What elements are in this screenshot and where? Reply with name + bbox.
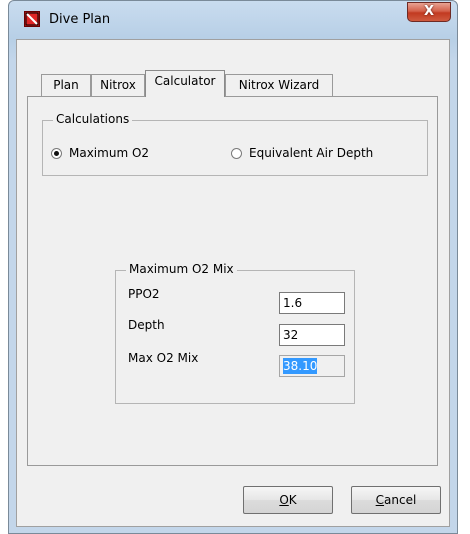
calculations-legend: Calculations [53,112,133,126]
cancel-accelerator: C [375,493,385,507]
maximum-o2-mix-legend: Maximum O2 Mix [126,262,237,276]
radio-unchecked-indicator[interactable] [231,147,242,159]
window-title: Dive Plan [49,12,111,27]
ok-button[interactable]: OK [243,486,333,514]
max-o2-mix-label: Max O2 Mix [128,351,199,365]
max-o2-mix-output[interactable]: 38.10 [279,355,345,377]
radio-maximum-o2[interactable]: Maximum O2 [51,146,149,160]
radio-maximum-o2-label[interactable]: Maximum O2 [69,146,149,160]
dive-plan-window: Dive Plan X Plan Nitrox Calculator Nitro… [8,0,458,534]
radio-checked-indicator[interactable] [51,147,62,159]
maximum-o2-mix-group: Maximum O2 Mix PPO2 1.6 Depth 32 Max O2 … [115,262,355,404]
tab-nitrox[interactable]: Nitrox [91,74,145,96]
radio-equivalent-air-depth-label[interactable]: Equivalent Air Depth [249,146,373,160]
cancel-label: ancel [384,493,417,507]
tab-calculator[interactable]: Calculator [145,70,225,97]
title-bar[interactable]: Dive Plan X [9,1,457,39]
tab-nitrox-wizard[interactable]: Nitrox Wizard [225,74,333,96]
radio-equivalent-air-depth[interactable]: Equivalent Air Depth [231,146,373,160]
depth-input[interactable]: 32 [279,324,345,346]
tab-plan[interactable]: Plan [41,74,91,96]
ok-accelerator: O [279,493,289,507]
cancel-button[interactable]: Cancel [351,486,441,514]
ppo2-label: PPO2 [128,287,160,301]
calculator-tab-panel: Calculations Maximum O2 Equivalent Air D… [27,96,438,466]
app-icon[interactable] [24,11,40,27]
dialog-client-area: Plan Nitrox Calculator Nitrox Wizard Cal… [16,39,450,527]
tab-strip: Plan Nitrox Calculator Nitrox Wizard [17,40,449,100]
max-o2-mix-value[interactable]: 38.10 [283,358,318,374]
ppo2-input[interactable]: 1.6 [279,292,345,314]
calculations-group: Calculations Maximum O2 Equivalent Air D… [42,112,428,176]
close-icon: X [423,4,435,19]
depth-label: Depth [128,318,165,332]
close-button[interactable]: X [407,2,451,22]
ok-label: K [288,493,297,507]
